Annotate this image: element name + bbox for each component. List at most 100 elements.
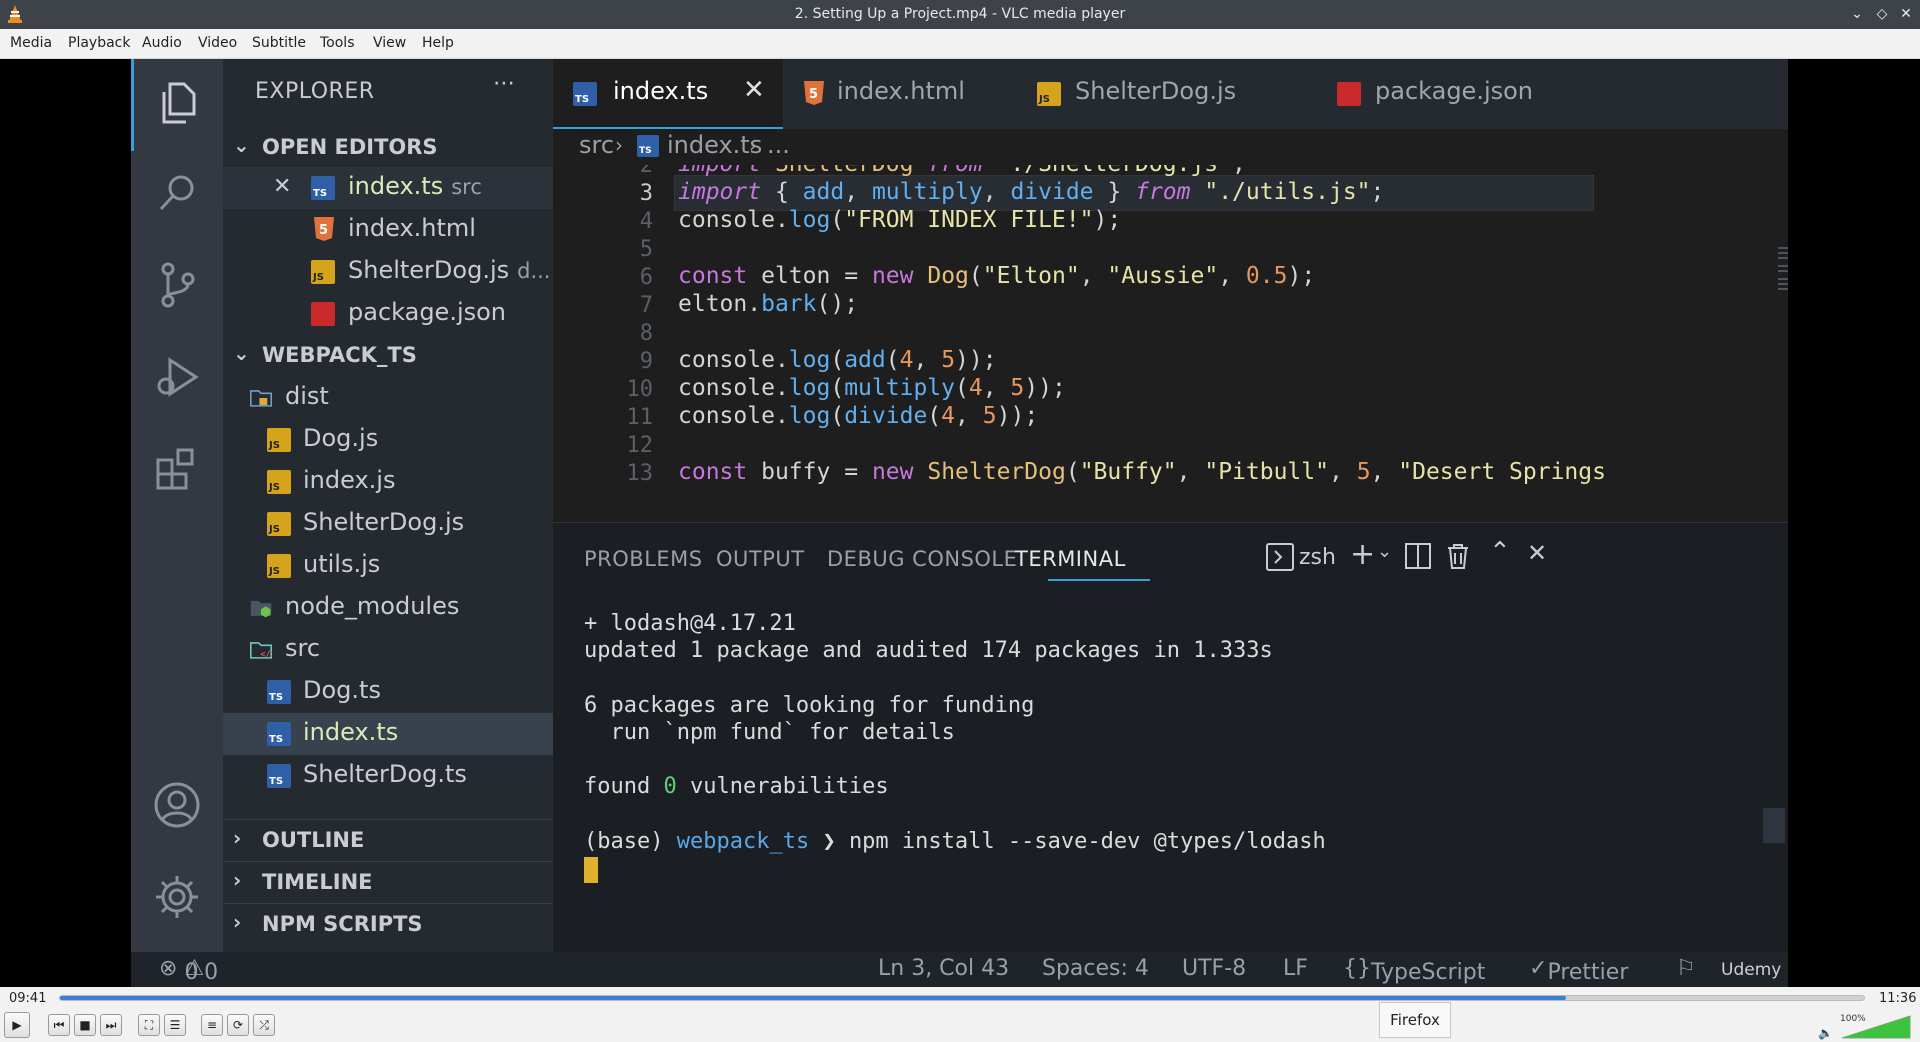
minimap[interactable] (1778, 247, 1788, 307)
udemy-watermark: Udemy (1721, 960, 1782, 980)
typescript-file-icon: TS (267, 764, 291, 788)
accounts-icon[interactable] (151, 779, 203, 831)
volume-control[interactable]: 🔈 100% (1818, 1012, 1913, 1042)
new-terminal-icon[interactable]: + (1350, 537, 1375, 572)
indentation[interactable]: Spaces: 4 (1042, 956, 1149, 981)
menu-media[interactable]: Media (10, 35, 52, 51)
next-button[interactable]: ⏭ (100, 1014, 122, 1036)
breadcrumb-folder[interactable]: src (579, 131, 614, 159)
file-dist-utils-js[interactable]: JS utils.js (223, 545, 553, 587)
menu-bar: Media Playback Audio Video Subtitle Tool… (0, 29, 1920, 59)
folder-src-icon: </> (248, 639, 272, 663)
encoding[interactable]: UTF-8 (1182, 956, 1246, 981)
npm-scripts-section[interactable]: › NPM SCRIPTS (223, 903, 553, 943)
open-editor-index-ts[interactable]: ✕ TS index.ts src (223, 167, 553, 209)
more-actions-icon[interactable]: ⋯ (493, 71, 515, 96)
svg-text:</>: </> (260, 650, 272, 660)
file-src-shelterdog-ts[interactable]: TS ShelterDog.ts (223, 755, 553, 797)
speaker-icon[interactable]: 🔈 (1818, 1026, 1833, 1040)
extensions-icon[interactable] (151, 443, 203, 495)
editor-tabs: TS index.ts ✕ 5 index.html JS ShelterDog… (553, 59, 1788, 129)
maximize-icon[interactable]: ◇ (1872, 3, 1892, 25)
close-editor-icon[interactable]: ✕ (273, 174, 291, 199)
trash-icon[interactable] (1446, 543, 1470, 575)
file-dist-shelterdog-js[interactable]: JS ShelterDog.js (223, 503, 553, 545)
tab-terminal[interactable]: TERMINAL (1015, 547, 1126, 571)
terminal-shell-icon[interactable] (1266, 543, 1294, 577)
menu-video[interactable]: Video (198, 35, 237, 51)
seek-slider[interactable] (59, 995, 1865, 1001)
source-control-icon[interactable] (151, 259, 203, 311)
line-number: 11 (626, 405, 654, 430)
folder-node-modules[interactable]: node_modules (223, 587, 553, 629)
playlist-button[interactable]: ≡ (201, 1014, 223, 1036)
tab-index-html[interactable]: 5 index.html (783, 59, 1013, 129)
line-number: 5 (639, 237, 653, 262)
menu-help[interactable]: Help (422, 35, 454, 51)
loop-button[interactable]: ⟳ (227, 1014, 249, 1036)
activity-bar (131, 59, 223, 952)
line-ending[interactable]: LF (1283, 956, 1308, 981)
tab-problems[interactable]: PROBLEMS (584, 547, 703, 571)
menu-audio[interactable]: Audio (142, 35, 182, 51)
run-debug-icon[interactable] (151, 351, 203, 403)
file-dist-index-js[interactable]: JS index.js (223, 461, 553, 503)
split-terminal-icon[interactable] (1405, 543, 1431, 575)
svg-text:5: 5 (319, 223, 328, 238)
open-editor-index-html[interactable]: 5 index.html (223, 209, 553, 251)
shuffle-button[interactable]: ⤮ (253, 1014, 275, 1036)
breadcrumb-more[interactable]: ... (767, 131, 790, 159)
terminal-shell-label[interactable]: zsh (1299, 545, 1336, 570)
open-editor-package-json[interactable]: package.json (223, 293, 553, 335)
previous-button[interactable]: ⏮ (48, 1014, 70, 1036)
prettier-status[interactable]: ✓ Prettier (1529, 956, 1628, 985)
close-tab-icon[interactable]: ✕ (743, 75, 765, 105)
maximize-panel-icon[interactable]: ⌃ (1489, 537, 1511, 567)
outline-section[interactable]: › OUTLINE (223, 819, 553, 859)
open-editors-section[interactable]: ⌄ OPEN EDITORS (223, 127, 553, 167)
file-src-index-ts[interactable]: TS index.ts (223, 713, 553, 755)
chevron-down-icon[interactable]: ⌄ (1377, 541, 1392, 562)
tab-debug-console[interactable]: DEBUG CONSOLE (827, 547, 1017, 571)
tab-package-json[interactable]: package.json (1283, 59, 1553, 129)
javascript-file-icon: JS (267, 470, 291, 494)
javascript-file-icon: JS (267, 428, 291, 452)
search-icon[interactable] (151, 167, 203, 219)
extended-settings-button[interactable]: ☰ (164, 1014, 186, 1036)
feedback-icon[interactable]: ⚐ (1676, 956, 1696, 981)
menu-playback[interactable]: Playback (68, 35, 130, 51)
breadcrumb-file[interactable]: index.ts (667, 131, 762, 159)
tab-shelterdog-js[interactable]: JS ShelterDog.js (1013, 59, 1283, 129)
file-dist-dog-js[interactable]: JS Dog.js (223, 419, 553, 461)
problems-indicator[interactable]: ⊗ 0 ⚠ 0 (159, 956, 218, 985)
settings-gear-icon[interactable] (151, 871, 203, 923)
file-src-dog-ts[interactable]: TS Dog.ts (223, 671, 553, 713)
terminal-scrollbar[interactable] (1763, 808, 1785, 843)
folder-dist[interactable]: dist (223, 377, 553, 419)
timeline-section[interactable]: › TIMELINE (223, 861, 553, 901)
menu-view[interactable]: View (373, 35, 406, 51)
stop-button[interactable]: ■ (74, 1014, 96, 1036)
minimize-icon[interactable]: ⌄ (1847, 3, 1867, 25)
folder-src[interactable]: </> src (223, 629, 553, 671)
code-editor[interactable]: 2 3 4 5 6 7 8 9 10 11 12 13 import Shelt… (553, 165, 1788, 522)
close-window-icon[interactable]: ✕ (1896, 3, 1916, 25)
project-section[interactable]: ⌄ WEBPACK_TS (223, 335, 553, 375)
line-number: 10 (626, 377, 654, 402)
menu-subtitle[interactable]: Subtitle (252, 35, 306, 51)
play-button[interactable]: ▶ (4, 1012, 30, 1038)
cursor-position[interactable]: Ln 3, Col 43 (878, 956, 1009, 981)
tab-output[interactable]: OUTPUT (716, 547, 805, 571)
tab-index-ts[interactable]: TS index.ts ✕ (553, 59, 783, 129)
close-panel-icon[interactable]: ✕ (1527, 539, 1547, 567)
seek-bar-row: 09:41 11:36 (0, 987, 1920, 1009)
active-indicator (131, 59, 134, 151)
open-editor-shelterdog-js[interactable]: JS ShelterDog.js d... (223, 251, 553, 293)
fullscreen-button[interactable]: ⛶ (138, 1014, 160, 1036)
menu-tools[interactable]: Tools (320, 35, 355, 51)
html5-file-icon: 5 (311, 217, 335, 242)
language-mode[interactable]: {} TypeScript (1343, 956, 1485, 985)
video-area[interactable]: EXPLORER ⋯ ⌄ OPEN EDITORS ✕ TS index.ts s… (0, 59, 1920, 987)
volume-level: 100% (1840, 1014, 1866, 1024)
explorer-icon[interactable] (151, 77, 203, 129)
